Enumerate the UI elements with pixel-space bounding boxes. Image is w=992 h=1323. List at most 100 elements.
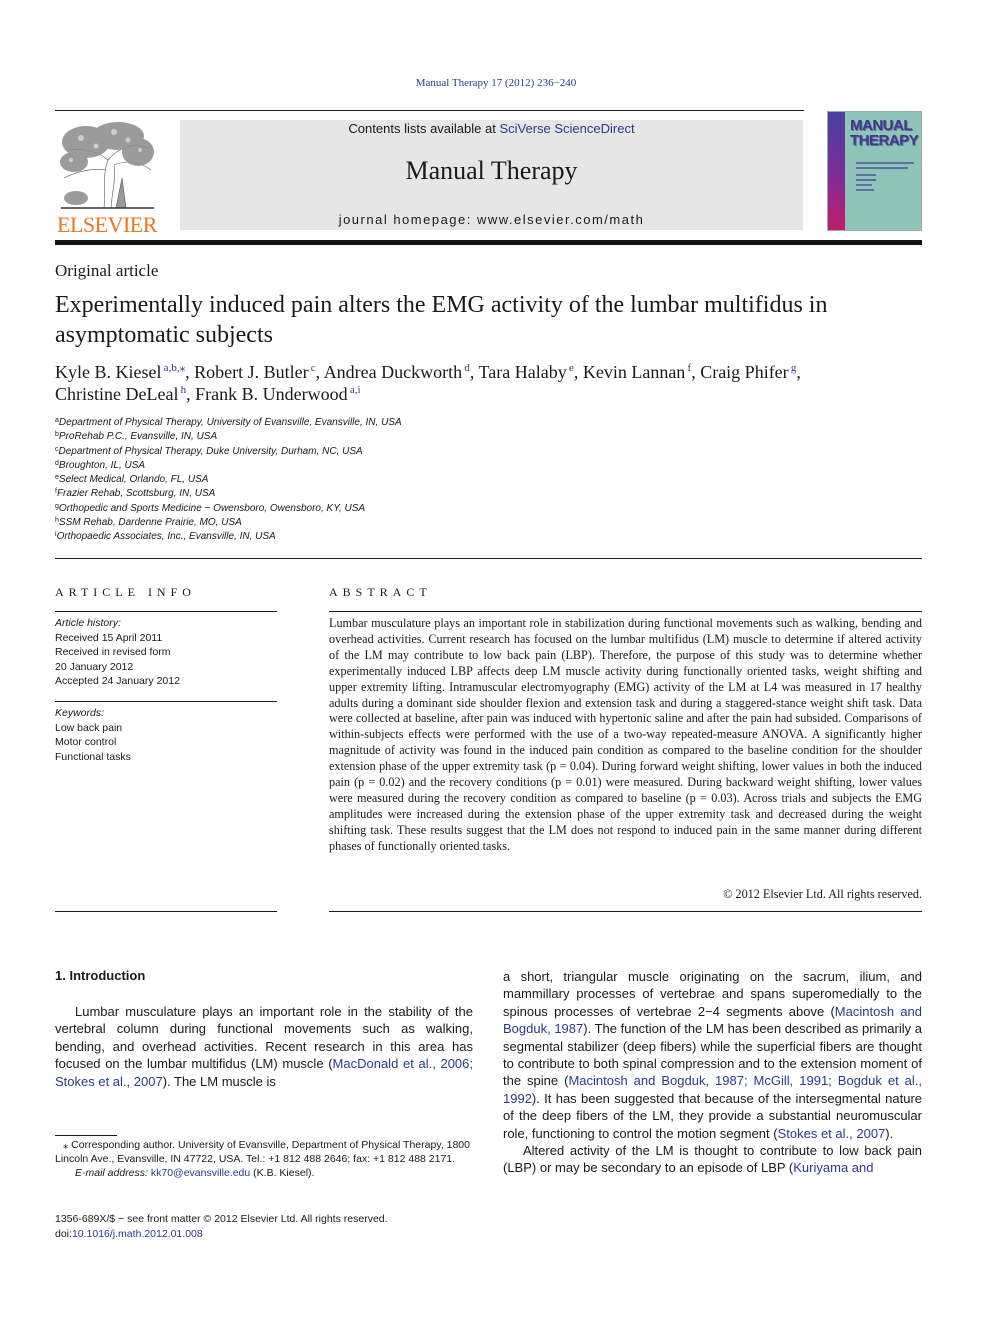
affiliation-text: Orthopedic and Sports Medicine − Owensbo…	[58, 502, 366, 514]
elsevier-wordmark: ELSEVIER	[57, 212, 157, 237]
author-separator: ,	[469, 362, 479, 382]
cover-text-line	[856, 167, 908, 169]
abstract-copyright: © 2012 Elsevier Ltd. All rights reserved…	[723, 887, 922, 901]
cover-text-line	[856, 179, 876, 181]
journal-citation-link[interactable]: Manual Therapy 17 (2012) 236−240	[416, 77, 577, 89]
elsevier-logo[interactable]: ELSEVIER	[52, 120, 162, 237]
author: Kevin Lannan	[582, 362, 686, 382]
keyword-item: Low back pain	[55, 721, 123, 734]
elsevier-tree-icon	[60, 122, 154, 209]
author-separator: ,	[315, 362, 324, 382]
keyword-item: Functional tasks	[55, 750, 131, 763]
contents-line: Contents lists available at SciVerse Sci…	[180, 121, 803, 136]
article-history: Article history: Received 15 April 2011 …	[55, 616, 180, 689]
article-type: Original article	[55, 261, 159, 280]
affiliation-list: aDepartment of Physical Therapy, Univers…	[55, 416, 402, 545]
corresponding-author-footnote: ⁎ Corresponding author. University of Ev…	[55, 1138, 473, 1180]
contents-prefix: Contents lists available at	[348, 121, 500, 136]
author-list: Kyle B. Kiesel a,b,⁎, Robert J. Butler c…	[55, 361, 935, 405]
affiliation-marker[interactable]: a,i	[348, 384, 361, 396]
body-column-left: Lumbar musculature plays an important ro…	[55, 1003, 473, 1090]
cover-title-line2: THERAPY	[850, 132, 919, 149]
affiliation-text: Select Medical, Orlando, FL, USA	[58, 474, 209, 486]
affiliation-text: Frazier Rehab, Scottsburg, IN, USA	[56, 488, 216, 500]
author: Tara Halaby	[478, 362, 567, 382]
paragraph: a short, triangular muscle originating o…	[503, 968, 922, 1142]
history-item: Received in revised form	[55, 646, 171, 658]
article-info-bottom-rule	[55, 911, 277, 912]
article-title: Experimentally induced pain alters the E…	[55, 292, 828, 348]
citation-link[interactable]: Stokes et al., 2007	[778, 1126, 886, 1141]
author-separator: ,	[691, 362, 701, 382]
abstract-bottom-rule	[329, 911, 922, 912]
issn-line: 1356-689X/$ − see front matter © 2012 El…	[55, 1213, 388, 1225]
sciencedirect-link[interactable]: SciVerse ScienceDirect	[499, 121, 634, 136]
paragraph: Lumbar musculature plays an important ro…	[55, 1003, 473, 1090]
paragraph-text: ). The LM muscle is	[162, 1073, 276, 1089]
keywords-heading: Keywords:	[55, 707, 105, 719]
paragraph-text: ).	[885, 1125, 894, 1141]
journal-homepage[interactable]: journal homepage: www.elsevier.com/math	[180, 212, 803, 227]
history-item: 20 January 2012	[55, 660, 134, 673]
journal-cover-thumbnail[interactable]: MANUAL THERAPY	[827, 111, 922, 231]
cover-title-line1: MANUAL	[850, 117, 913, 134]
corresponding-author-text: ⁎ Corresponding author. University of Ev…	[55, 1139, 470, 1165]
doi-link[interactable]: 10.1016/j.math.2012.01.008	[72, 1228, 203, 1240]
history-item: Accepted 24 January 2012	[55, 675, 180, 687]
affiliation-item: gOrthopedic and Sports Medicine − Owensb…	[55, 502, 402, 516]
cover-spine	[828, 112, 845, 230]
footnote-rule	[55, 1135, 117, 1136]
cover-text-line	[856, 162, 914, 164]
masthead-banner: Contents lists available at SciVerse Sci…	[180, 120, 803, 230]
cover-text-line	[856, 184, 872, 186]
abstract-text: Lumbar musculature plays an important ro…	[329, 616, 922, 853]
affiliation-text: Broughton, IL, USA	[58, 459, 146, 471]
journal-name: Manual Therapy	[405, 156, 578, 185]
header-rule	[55, 558, 922, 559]
author-separator: ,	[573, 362, 583, 382]
affiliation-item: iOrthopaedic Associates, Inc., Evansvill…	[55, 530, 402, 544]
abstract-rule	[329, 611, 922, 612]
email-link[interactable]: kk70@evansville.edu	[151, 1167, 250, 1179]
citation-link[interactable]: Kuriyama and	[793, 1160, 873, 1175]
author: Robert J. Butler	[194, 362, 309, 382]
cover-text-line	[856, 189, 874, 191]
keywords-rule	[55, 701, 277, 702]
affiliation-marker[interactable]: c	[309, 362, 316, 374]
affiliation-item: cDepartment of Physical Therapy, Duke Un…	[55, 445, 402, 459]
top-rule	[55, 110, 804, 111]
doi-line: doi:10.1016/j.math.2012.01.008	[55, 1227, 388, 1242]
author: Kyle B. Kiesel	[55, 362, 162, 382]
email-line: E-mail address: kk70@evansville.edu (K.B…	[55, 1166, 473, 1180]
keyword-item: Motor control	[55, 736, 117, 748]
affiliation-text: Department of Physical Therapy, Universi…	[58, 417, 402, 428]
affiliation-item: bProRehab P.C., Evansville, IN, USA	[55, 430, 402, 444]
keywords: Keywords: Low back pain Motor control Fu…	[55, 706, 131, 764]
email-suffix: (K.B. Kiesel).	[250, 1167, 315, 1179]
affiliation-text: Department of Physical Therapy, Duke Uni…	[58, 445, 363, 457]
cover-title: MANUAL THERAPY	[850, 117, 919, 149]
affiliation-marker[interactable]: a,b,⁎	[161, 362, 185, 374]
cover-text-line	[856, 174, 876, 176]
author-separator: ,	[185, 362, 195, 382]
abstract-heading: ABSTRACT	[329, 585, 432, 599]
author-separator: ,	[796, 362, 801, 382]
affiliation-text: Orthopaedic Associates, Inc., Evansville…	[56, 531, 276, 543]
history-item: Received 15 April 2011	[55, 631, 163, 644]
affiliation-text: ProRehab P.C., Evansville, IN, USA	[58, 431, 218, 443]
affiliation-item: aDepartment of Physical Therapy, Univers…	[55, 416, 402, 430]
section-heading-introduction: 1. Introduction	[55, 968, 146, 983]
paragraph: Altered activity of the LM is thought to…	[503, 1142, 922, 1177]
masthead-thick-rule	[55, 240, 922, 245]
author: Andrea Duckworth	[323, 362, 463, 382]
running-head[interactable]: Manual Therapy 17 (2012) 236−240	[0, 77, 992, 89]
affiliation-marker[interactable]: e	[567, 362, 574, 374]
author: Frank B. Underwood	[195, 384, 348, 404]
body-column-right: a short, triangular muscle originating o…	[503, 968, 922, 1177]
affiliation-item: eSelect Medical, Orlando, FL, USA	[55, 473, 402, 487]
front-matter: 1356-689X/$ − see front matter © 2012 El…	[55, 1212, 388, 1242]
affiliation-item: fFrazier Rehab, Scottsburg, IN, USA	[55, 487, 402, 501]
author: Craig Phifer	[700, 362, 789, 382]
author: Christine DeLeal	[55, 384, 179, 404]
affiliation-marker[interactable]: d	[462, 362, 470, 374]
